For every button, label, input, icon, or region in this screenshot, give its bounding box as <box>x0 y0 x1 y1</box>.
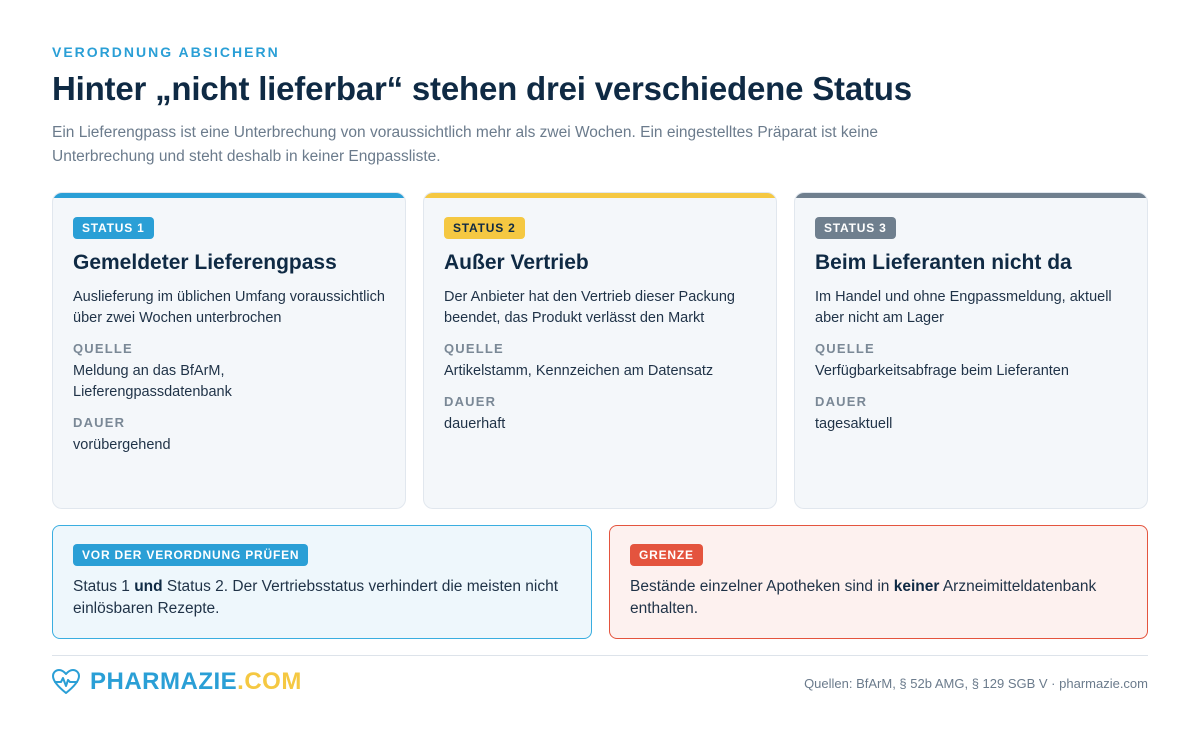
source-label: QUELLE <box>444 341 504 356</box>
intro-text: Ein Lieferengpass ist eine Unterbrechung… <box>52 124 878 165</box>
card-accent-bar <box>795 193 1147 198</box>
duration-label: DAUER <box>73 415 126 430</box>
check-text-emphasis: und <box>134 578 163 595</box>
status-badge: STATUS 1 <box>73 217 154 239</box>
brand-name: PHARMAZIE.COM <box>90 668 302 696</box>
status-badge: STATUS 2 <box>444 217 525 239</box>
check-note-text: Status 1 und Status 2. Der Vertriebsstat… <box>73 576 571 620</box>
card-accent-bar <box>53 193 405 198</box>
limit-text-part: Bestände einzelner Apotheken sind in <box>630 578 894 595</box>
heart-pulse-icon <box>52 669 80 694</box>
card-title: Gemeldeter Lieferengpass <box>73 251 337 274</box>
status-card-1: STATUS 1 Gemeldeter Lieferengpass Auslie… <box>52 192 406 509</box>
brand-tld: .COM <box>237 668 302 695</box>
status-card-2: STATUS 2 Außer Vertrieb Der Anbieter hat… <box>423 192 777 509</box>
duration-label: DAUER <box>444 394 497 409</box>
card-title: Außer Vertrieb <box>444 251 589 274</box>
footer-divider <box>52 655 1148 656</box>
source-value: Verfügbarkeitsabfrage beim Lieferanten <box>815 363 1069 379</box>
check-badge: VOR DER VERORDNUNG PRÜFEN <box>73 544 309 566</box>
card-accent-bar <box>424 193 776 198</box>
duration-label: DAUER <box>815 394 868 409</box>
notes-row: VOR DER VERORDNUNG PRÜFEN Status 1 und S… <box>52 525 1148 639</box>
limit-badge: GRENZE <box>630 544 703 566</box>
brand-main: PHARMAZIE <box>90 668 238 695</box>
source-label: QUELLE <box>73 341 133 356</box>
duration-value: vorübergehend <box>73 437 171 453</box>
source-value: Meldung an das BfArM, Lieferengpassdaten… <box>73 363 232 400</box>
page-title: Hinter „nicht lieferbar“ stehen drei ver… <box>52 70 912 107</box>
sources-text: Quellen: BfArM, § 52b AMG, § 129 SGB V ·… <box>804 676 1148 691</box>
limit-text-emphasis: keiner <box>893 578 940 595</box>
limit-note: GRENZE Bestände einzelner Apotheken sind… <box>609 525 1148 639</box>
duration-value: dauerhaft <box>444 416 506 432</box>
card-title: Beim Lieferanten nicht da <box>815 251 1072 274</box>
source-value: Artikelstamm, Kennzeichen am Datensatz <box>444 363 714 379</box>
source-label: QUELLE <box>815 341 875 356</box>
duration-value: tagesaktuell <box>815 416 893 432</box>
eyebrow: VERORDNUNG ABSICHERN <box>52 44 280 60</box>
card-description: Im Handel und ohne Engpassmeldung, aktue… <box>815 289 1112 326</box>
card-description: Auslieferung im üblichen Umfang voraussi… <box>73 289 385 326</box>
check-note: VOR DER VERORDNUNG PRÜFEN Status 1 und S… <box>52 525 592 639</box>
status-card-3: STATUS 3 Beim Lieferanten nicht da Im Ha… <box>794 192 1148 509</box>
check-text-part: Status 1 <box>73 578 135 595</box>
card-description: Der Anbieter hat den Vertrieb dieser Pac… <box>444 289 735 326</box>
limit-note-text: Bestände einzelner Apotheken sind in kei… <box>630 576 1127 620</box>
brand-logo[interactable]: PHARMAZIE.COM <box>52 668 302 696</box>
status-cards: STATUS 1 Gemeldeter Lieferengpass Auslie… <box>52 192 1148 509</box>
status-badge: STATUS 3 <box>815 217 896 239</box>
